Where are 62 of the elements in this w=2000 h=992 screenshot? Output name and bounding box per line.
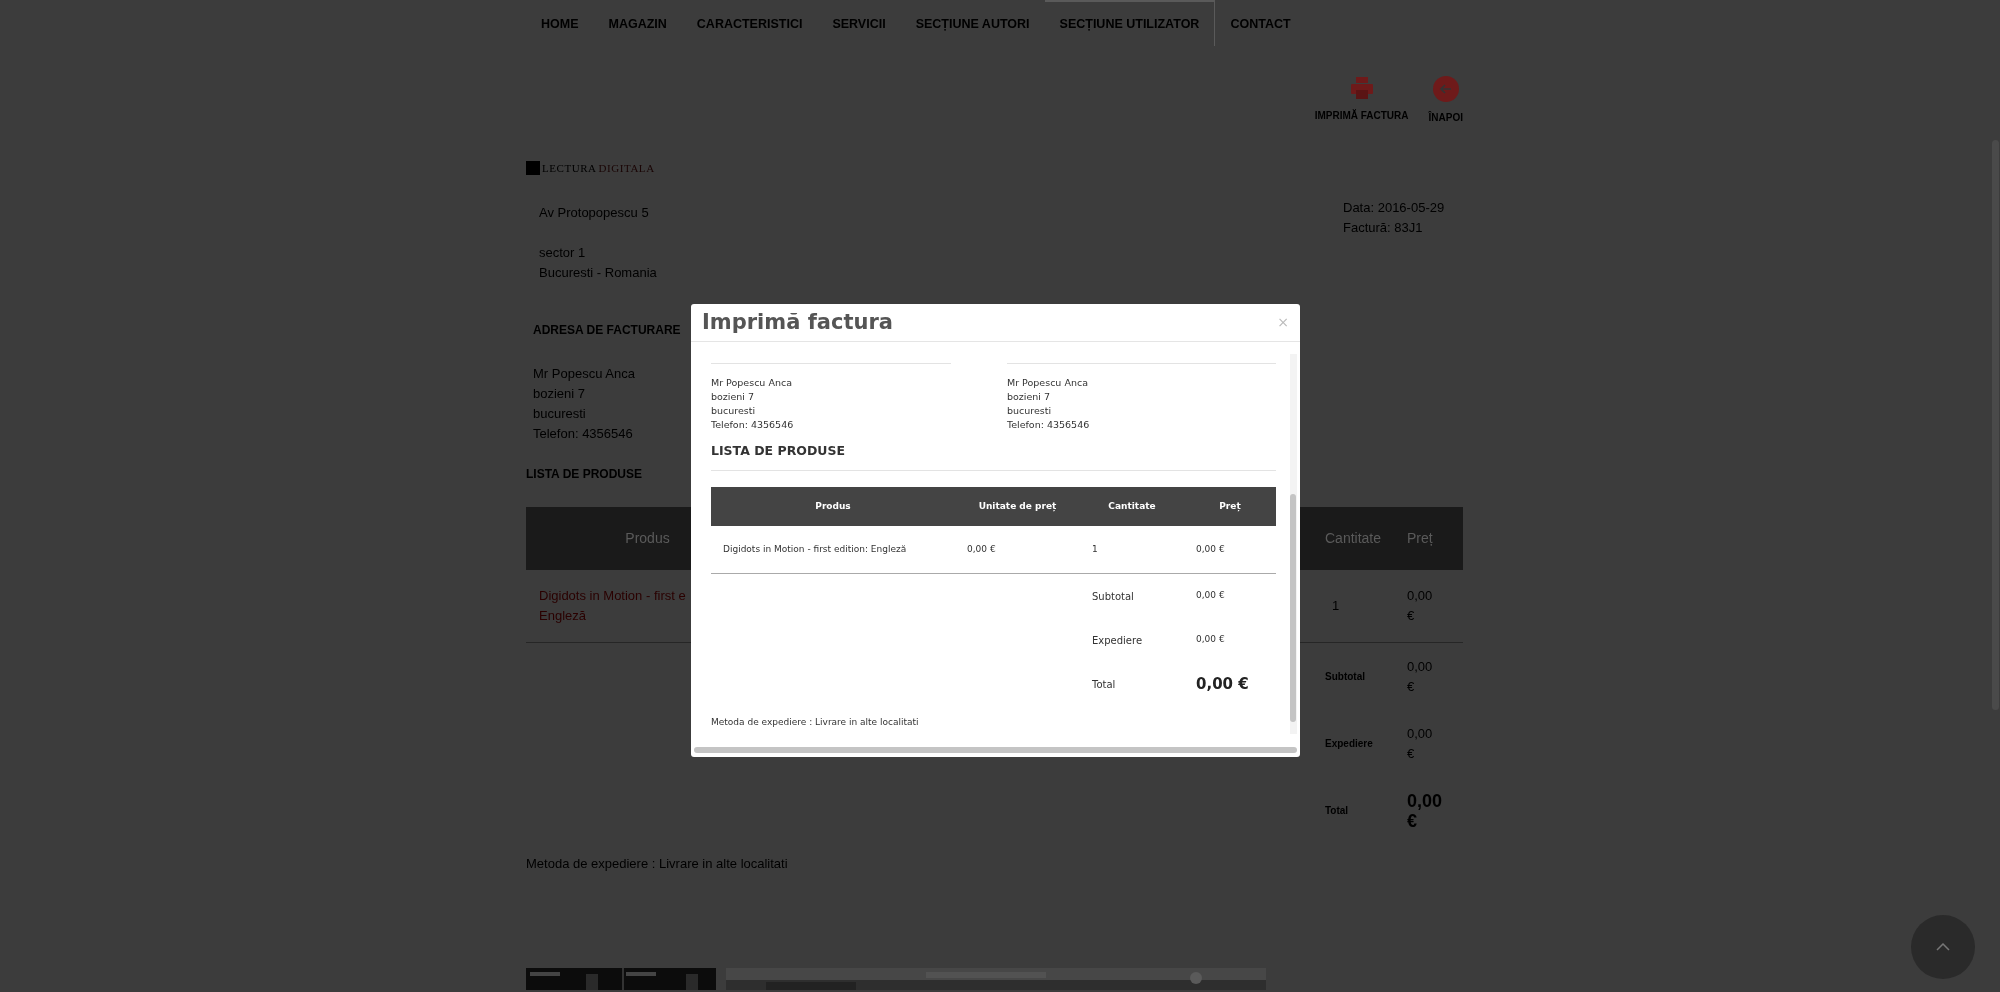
total-value: 0,00 € <box>1407 790 1444 831</box>
table-cell-text: Digidots in Motion - first edition: Engleză <box>722 542 908 556</box>
total-label: Total <box>1091 677 1117 692</box>
back-button[interactable]: ÎNAPOI <box>1428 76 1463 136</box>
nav-link[interactable]: CONTACT <box>1215 0 1306 46</box>
address-line: Av Protopopescu 5 <box>539 204 649 222</box>
caret-icon <box>1936 943 1950 951</box>
table-cell-text: 0,00 € <box>1195 542 1226 556</box>
invoice-meta-text: Data: 2016-05-29 <box>1343 199 1445 217</box>
column-header: Produs <box>814 499 852 513</box>
nav-link[interactable]: SECȚIUNE AUTORI <box>900 0 1045 46</box>
address-line: bozieni 7 <box>1007 390 1051 404</box>
address-line: Telefon: 4356546 <box>1007 418 1090 432</box>
nav-link[interactable]: MAGAZIN <box>593 0 682 46</box>
total-label: Total <box>1325 804 1349 818</box>
total-value: 0,00 € <box>1195 589 1226 603</box>
address-line: bozieni 7 <box>533 385 586 403</box>
address-line: bucuresti <box>711 404 756 418</box>
address-line: sector 1 <box>539 244 586 262</box>
invoice-meta-text: Factură: 83J1 <box>1343 219 1423 237</box>
nav-link[interactable]: CARACTERISTICI <box>681 0 818 46</box>
scrollbar[interactable] <box>1290 494 1296 722</box>
total-label: Subtotal <box>1325 670 1365 684</box>
address-line: Mr Popescu Anca <box>1007 376 1088 390</box>
column-header: Cantitate <box>1107 499 1157 513</box>
shipping-method-text: Metoda de expediere : Livrare in alte localitati <box>711 717 919 727</box>
address-line: Telefon: 4356546 <box>533 425 633 443</box>
table-cell-text: 1 <box>1091 542 1099 556</box>
total-label: Expediere <box>1091 633 1144 648</box>
nav-link[interactable]: SECȚIUNE UTILIZATOR <box>1044 0 1216 46</box>
address-line: Telefon: 4356546 <box>711 418 794 432</box>
address-line: bucuresti <box>1007 404 1052 418</box>
address-line: bucuresti <box>533 405 586 423</box>
address-line: Mr Popescu Anca <box>533 365 635 383</box>
section-heading: LISTA DE PRODUSE <box>711 443 845 458</box>
column-header: Preț <box>1218 499 1242 514</box>
total-value: 0,00 € <box>1407 657 1434 696</box>
total-value: 0,00 € <box>1195 673 1250 695</box>
total-value: 0,00 € <box>1195 633 1226 647</box>
total-value: 0,00 € <box>1407 724 1434 763</box>
table-cell-text: 0,00 € <box>1407 587 1434 625</box>
table-cell-text: 1 <box>1331 597 1340 616</box>
address-line: Bucuresti - Romania <box>539 264 657 282</box>
modal-title: Imprimă factura <box>702 308 893 336</box>
table-cell-text: 0,00 € <box>966 542 997 556</box>
section-heading: ADRESA DE FACTURARE <box>533 322 681 339</box>
print-invoice-button[interactable]: IMPRIMĂ FACTURA <box>1314 76 1409 136</box>
total-label: Subtotal <box>1091 589 1135 604</box>
nav-link[interactable]: HOME <box>526 0 594 46</box>
nav-link[interactable]: SERVICII <box>817 0 901 46</box>
product-link[interactable]: Engleză <box>539 606 586 626</box>
column-header: Cantitate <box>1325 529 1382 548</box>
column-header: Produs <box>625 529 670 548</box>
close-button[interactable]: × <box>1277 312 1289 333</box>
printer-icon <box>1349 76 1374 100</box>
address-line: bozieni 7 <box>711 390 755 404</box>
column-header: Preț <box>1407 529 1433 548</box>
scrollbar[interactable] <box>694 747 1297 753</box>
section-heading: LISTA DE PRODUSE <box>526 466 642 483</box>
total-label: Expediere <box>1325 737 1373 751</box>
address-line: Mr Popescu Anca <box>711 376 792 390</box>
column-header: Unitate de preț <box>977 499 1058 514</box>
